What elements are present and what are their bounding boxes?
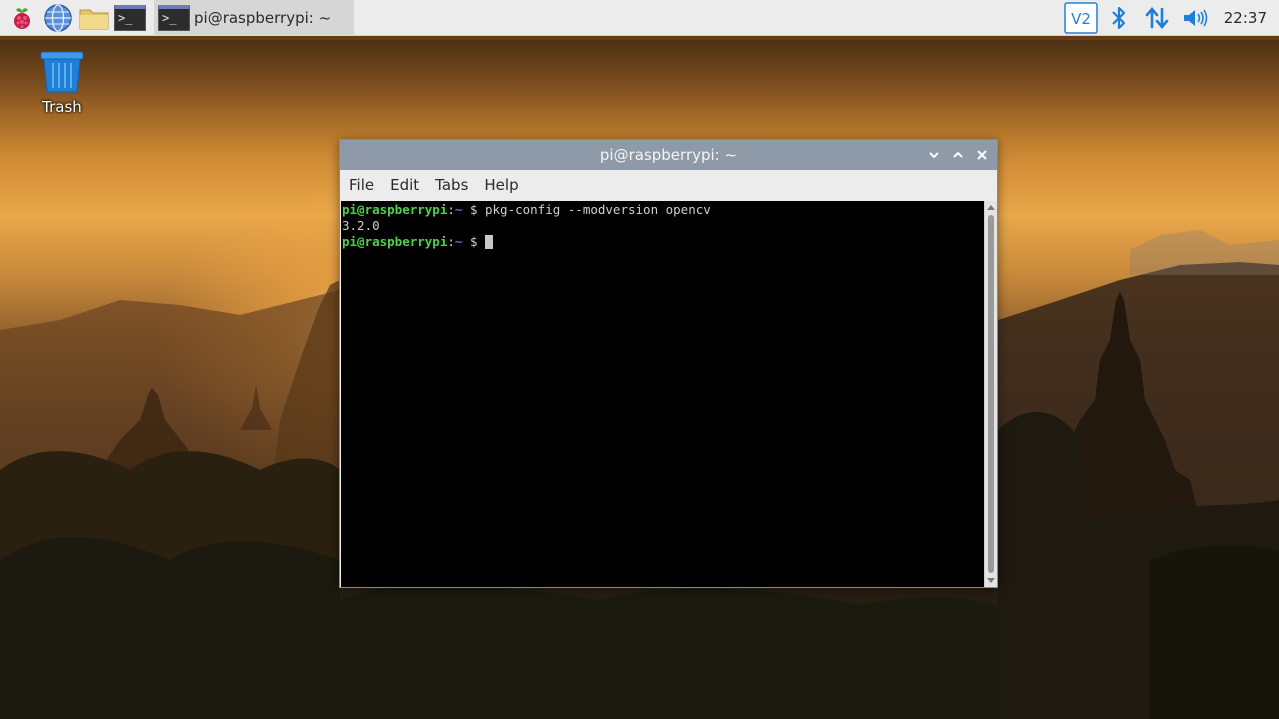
prompt-user: pi@raspberrypi [342, 202, 448, 217]
menu-file[interactable]: File [349, 176, 380, 194]
text-cursor [485, 235, 493, 249]
terminal-line: pi@raspberrypi:~ $ [342, 234, 983, 250]
prompt-dollar: $ [462, 202, 485, 217]
command-output: 3.2.0 [342, 218, 380, 233]
scrollbar-thumb[interactable] [988, 215, 994, 573]
network-button[interactable] [1138, 0, 1176, 36]
network-icon [1145, 6, 1169, 30]
chevron-up-icon [953, 151, 963, 158]
folder-icon [79, 9, 109, 29]
minimize-button[interactable] [927, 148, 941, 162]
terminal-scrollbar[interactable] [984, 201, 997, 587]
menu-help[interactable]: Help [484, 176, 524, 194]
command-text: pkg-config --modversion opencv [485, 202, 711, 217]
bluetooth-icon [1111, 6, 1125, 30]
window-titlebar[interactable]: pi@raspberrypi: ~ [340, 140, 997, 170]
taskbar-window-terminal[interactable]: >_ pi@raspberrypi: ~ [154, 0, 354, 36]
terminal-line: pi@raspberrypi:~ $ pkg-config --modversi… [342, 202, 983, 218]
close-button[interactable] [975, 148, 989, 162]
prompt-user: pi@raspberrypi [342, 234, 448, 249]
maximize-button[interactable] [951, 148, 965, 162]
terminal-window[interactable]: pi@raspberrypi: ~ File Edit Tabs Help pi… [339, 139, 998, 588]
vnc-text: V2 [1071, 10, 1091, 28]
menu-bar: File Edit Tabs Help [340, 170, 997, 200]
chevron-down-icon [929, 152, 939, 159]
terminal-line: 3.2.0 [342, 218, 983, 234]
close-icon [977, 150, 987, 160]
terminal-launcher-button[interactable]: >_ [112, 0, 148, 36]
prompt-dollar: $ [462, 234, 485, 249]
bluetooth-button[interactable] [1100, 0, 1138, 36]
scroll-down-arrow-icon [987, 578, 995, 583]
trash-desktop-icon[interactable]: Trash [32, 50, 92, 116]
window-title: pi@raspberrypi: ~ [599, 146, 738, 164]
prompt-separator: : [447, 202, 455, 217]
volume-icon [1183, 9, 1208, 27]
menu-tabs[interactable]: Tabs [435, 176, 474, 194]
web-browser-button[interactable] [40, 0, 76, 36]
top-panel: >_ >_ pi@raspberrypi: ~ V2 22:37 [0, 0, 1279, 36]
menu-edit[interactable]: Edit [390, 176, 425, 194]
terminal-launcher-icon: >_ [114, 4, 146, 31]
raspberry-menu-icon [14, 7, 30, 29]
terminal-icon: >_ [158, 4, 190, 31]
prompt-separator: : [447, 234, 455, 249]
scroll-down-button[interactable] [985, 575, 997, 587]
system-tray: V2 22:37 [1062, 0, 1279, 36]
vnc-icon: V2 [1064, 2, 1098, 34]
taskbar-window-label: pi@raspberrypi: ~ [194, 8, 332, 27]
volume-button[interactable] [1176, 0, 1214, 36]
file-manager-button[interactable] [76, 0, 112, 36]
terminal-output[interactable]: pi@raspberrypi:~ $ pkg-config --modversi… [341, 201, 984, 587]
scroll-up-button[interactable] [985, 201, 997, 213]
globe-icon [44, 3, 72, 32]
trash-icon [40, 51, 84, 93]
vnc-button[interactable]: V2 [1062, 0, 1100, 36]
trash-label: Trash [42, 98, 82, 116]
window-controls [927, 140, 989, 170]
scroll-up-arrow-icon [987, 205, 995, 210]
clock[interactable]: 22:37 [1214, 9, 1279, 27]
raspberry-menu-button[interactable] [4, 0, 40, 36]
